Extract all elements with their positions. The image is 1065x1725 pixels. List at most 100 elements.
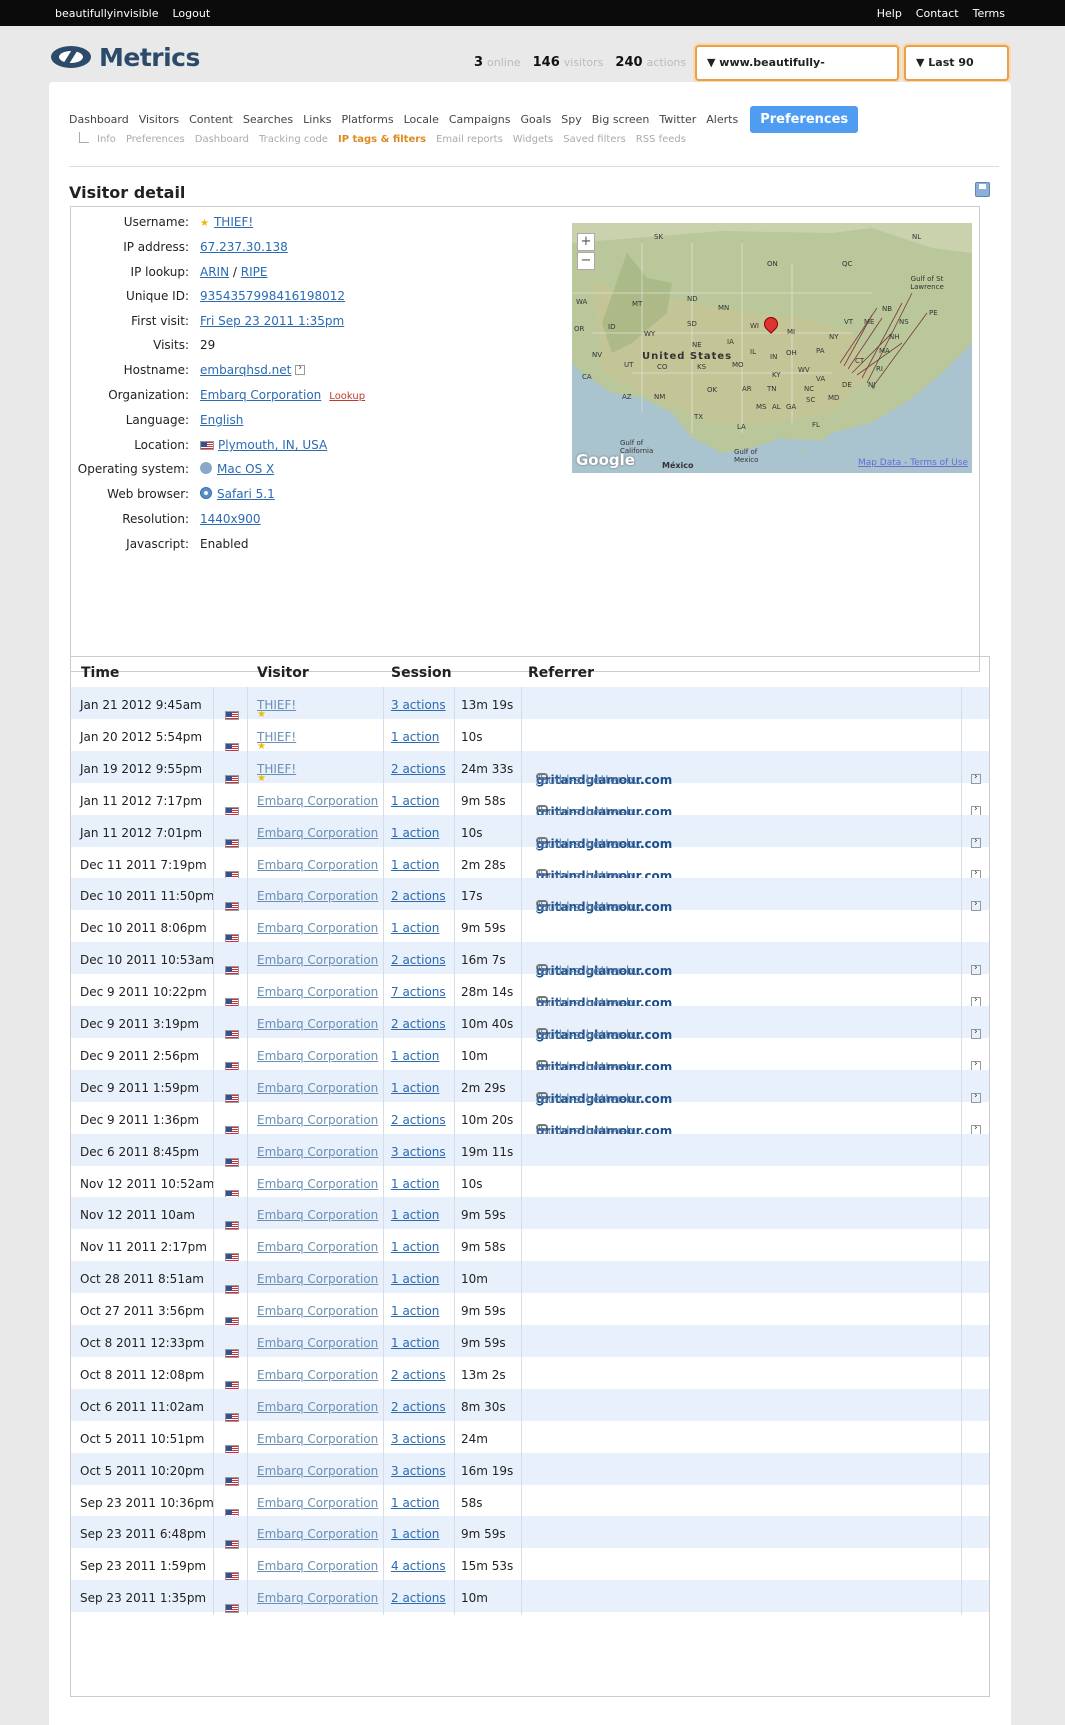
nav-goals[interactable]: Goals bbox=[520, 113, 551, 126]
visitor-link[interactable]: Embarq Corporation bbox=[257, 985, 378, 999]
col-header-referrer[interactable]: Referrer bbox=[528, 665, 594, 681]
nav-dashboard[interactable]: Dashboard bbox=[69, 113, 129, 126]
session-actions-link[interactable]: 3 actions bbox=[391, 1464, 446, 1478]
session-actions-link[interactable]: 1 action bbox=[391, 1081, 439, 1095]
external-link-icon[interactable] bbox=[295, 363, 306, 375]
session-actions-link[interactable]: 2 actions bbox=[391, 953, 446, 967]
table-row[interactable]: Sep 23 2011 1:59pm Embarq Corporation 4 ac… bbox=[71, 1548, 989, 1584]
subnav-tracking-code[interactable]: Tracking code bbox=[259, 134, 328, 145]
table-row[interactable]: Dec 6 2011 8:45pm Embarq Corporation 3 act… bbox=[71, 1133, 989, 1169]
table-row[interactable]: Dec 10 2011 11:50pm Embarq Corporation 2 a… bbox=[71, 878, 989, 914]
visitor-link[interactable]: Embarq Corporation bbox=[257, 1336, 378, 1350]
session-actions-link[interactable]: 1 action bbox=[391, 1304, 439, 1318]
table-row[interactable]: Jan 19 2012 9:55pm ★ THIEF! 2 actions 24m 33… bbox=[71, 750, 989, 787]
session-actions-link[interactable]: 1 action bbox=[391, 826, 439, 840]
nav-alerts[interactable]: Alerts bbox=[706, 113, 738, 126]
subnav-widgets[interactable]: Widgets bbox=[513, 134, 553, 145]
ip-address-link[interactable]: 67.237.30.138 bbox=[200, 240, 288, 254]
logout-link[interactable]: Logout bbox=[173, 7, 211, 20]
nav-spy[interactable]: Spy bbox=[561, 113, 581, 126]
col-header-time[interactable]: Time bbox=[81, 665, 119, 681]
visitor-link[interactable]: Embarq Corporation bbox=[257, 1559, 378, 1573]
date-range-dropdown[interactable]: ▼ Last 90 days bbox=[904, 45, 1009, 101]
table-row[interactable]: Oct 5 2011 10:51pm Embarq Corporation 3 ac… bbox=[71, 1420, 989, 1456]
session-actions-link[interactable]: 1 action bbox=[391, 1527, 439, 1541]
contact-link[interactable]: Contact bbox=[916, 7, 959, 20]
visitor-link[interactable]: Embarq Corporation bbox=[257, 1049, 378, 1063]
session-actions-link[interactable]: 1 action bbox=[391, 1240, 439, 1254]
subnav-email-reports[interactable]: Email reports bbox=[436, 134, 503, 145]
subnav-preferences[interactable]: Preferences bbox=[126, 134, 185, 145]
nav-locale[interactable]: Locale bbox=[404, 113, 439, 126]
save-icon[interactable] bbox=[975, 182, 990, 197]
terms-link[interactable]: Terms bbox=[973, 7, 1005, 20]
nav-campaigns[interactable]: Campaigns bbox=[449, 113, 511, 126]
nav-big-screen[interactable]: Big screen bbox=[592, 113, 650, 126]
visitor-link[interactable]: Embarq Corporation bbox=[257, 1368, 378, 1382]
username-link[interactable]: THIEF! bbox=[214, 215, 253, 229]
visitor-link[interactable]: Embarq Corporation bbox=[257, 1017, 378, 1031]
session-actions-link[interactable]: 1 action bbox=[391, 858, 439, 872]
session-actions-link[interactable]: 1 action bbox=[391, 921, 439, 935]
table-row[interactable]: Dec 9 2011 1:36pm Embarq Corporation 2 act… bbox=[71, 1101, 989, 1138]
session-actions-link[interactable]: 1 action bbox=[391, 1177, 439, 1191]
visitor-link[interactable]: Embarq Corporation bbox=[257, 1081, 378, 1095]
table-row[interactable]: Dec 9 2011 3:19pm Embarq Corporation 2 act… bbox=[71, 1006, 989, 1042]
nav-platforms[interactable]: Platforms bbox=[341, 113, 393, 126]
location-link[interactable]: Plymouth, IN, USA bbox=[218, 438, 327, 452]
table-row[interactable]: Dec 9 2011 2:56pm Embarq Corporation 1 act… bbox=[71, 1037, 989, 1074]
nav-links[interactable]: Links bbox=[303, 113, 331, 126]
visitor-link[interactable]: Embarq Corporation bbox=[257, 1496, 378, 1510]
table-row[interactable]: Jan 11 2012 7:01pm Embarq Corporation 1 ac… bbox=[71, 814, 989, 851]
organization-lookup-link[interactable]: Lookup bbox=[329, 391, 365, 402]
session-actions-link[interactable]: 1 action bbox=[391, 730, 439, 744]
col-header-session[interactable]: Session bbox=[391, 665, 452, 681]
table-row[interactable]: Oct 28 2011 8:51am Embarq Corporation 1 ac… bbox=[71, 1261, 989, 1297]
table-row[interactable]: Sep 23 2011 6:48pm Embarq Corporation 1 ac… bbox=[71, 1516, 989, 1552]
subnav-rss-feeds[interactable]: RSS feeds bbox=[636, 134, 686, 145]
session-actions-link[interactable]: 3 actions bbox=[391, 698, 446, 712]
table-row[interactable]: Oct 6 2011 11:02am Embarq Corporation 2 ac… bbox=[71, 1388, 989, 1424]
table-row[interactable]: Nov 12 2011 10:52am Embarq Corporation 1 a… bbox=[71, 1165, 989, 1201]
table-row[interactable]: Dec 9 2011 1:59pm Embarq Corporation 1 act… bbox=[71, 1069, 989, 1106]
map-data-links[interactable]: Map Data - Terms of Use bbox=[858, 458, 968, 468]
table-row[interactable]: Oct 8 2011 12:33pm Embarq Corporation 1 ac… bbox=[71, 1325, 989, 1360]
nav-searches[interactable]: Searches bbox=[243, 113, 293, 126]
visitor-link[interactable]: Embarq Corporation bbox=[257, 1145, 378, 1159]
session-actions-link[interactable]: 2 actions bbox=[391, 762, 446, 776]
session-actions-link[interactable]: 7 actions bbox=[391, 985, 446, 999]
visitor-link[interactable]: Embarq Corporation bbox=[257, 826, 378, 840]
session-actions-link[interactable]: 1 action bbox=[391, 1496, 439, 1510]
account-link[interactable]: beautifullyinvisible bbox=[55, 7, 159, 20]
visitor-link[interactable]: Embarq Corporation bbox=[257, 1400, 378, 1414]
table-row[interactable]: Nov 12 2011 10am Embarq Corporation 1 acti… bbox=[71, 1197, 989, 1233]
session-actions-link[interactable]: 2 actions bbox=[391, 1400, 446, 1414]
table-row[interactable]: Dec 9 2011 10:22pm Embarq Corporation 7 ac… bbox=[71, 974, 989, 1010]
nav-visitors[interactable]: Visitors bbox=[139, 113, 179, 126]
table-row[interactable]: Jan 21 2012 9:45am ★ THIEF! 3 actions 13m 19… bbox=[71, 687, 989, 722]
visitor-link[interactable]: Embarq Corporation bbox=[257, 1432, 378, 1446]
visitor-link[interactable]: Embarq Corporation bbox=[257, 921, 378, 935]
subnav-info[interactable]: Info bbox=[97, 134, 116, 145]
os-link[interactable]: Mac OS X bbox=[217, 462, 274, 476]
visitor-link[interactable]: Embarq Corporation bbox=[257, 1591, 378, 1605]
table-row[interactable]: Nov 11 2011 2:17pm Embarq Corporation 1 ac… bbox=[71, 1229, 989, 1265]
subnav-saved-filters[interactable]: Saved filters bbox=[563, 134, 626, 145]
language-link[interactable]: English bbox=[200, 413, 243, 427]
resolution-link[interactable]: 1440x900 bbox=[200, 512, 261, 526]
table-row[interactable]: Sep 23 2011 10:36pm Embarq Corporation 1 a… bbox=[71, 1484, 989, 1520]
table-row[interactable]: Oct 27 2011 3:56pm Embarq Corporation 1 ac… bbox=[71, 1293, 989, 1329]
visitor-link[interactable]: Embarq Corporation bbox=[257, 1240, 378, 1254]
table-row[interactable]: Sep 23 2011 1:35pm Embarq Corporation 2 ac… bbox=[71, 1580, 989, 1616]
visitor-link[interactable]: Embarq Corporation bbox=[257, 1304, 378, 1318]
location-map[interactable]: + − United States SK NL ON QC Gulf of St… bbox=[572, 223, 972, 473]
arin-link[interactable]: ARIN bbox=[200, 265, 229, 279]
visitor-link[interactable]: Embarq Corporation bbox=[257, 858, 378, 872]
session-actions-link[interactable]: 2 actions bbox=[391, 1368, 446, 1382]
session-actions-link[interactable]: 1 action bbox=[391, 1049, 439, 1063]
zoom-out-button[interactable]: − bbox=[577, 252, 595, 270]
session-actions-link[interactable]: 1 action bbox=[391, 1272, 439, 1286]
nav-content[interactable]: Content bbox=[189, 113, 233, 126]
browser-link[interactable]: Safari 5.1 bbox=[217, 487, 275, 501]
visitor-link[interactable]: Embarq Corporation bbox=[257, 1113, 378, 1127]
